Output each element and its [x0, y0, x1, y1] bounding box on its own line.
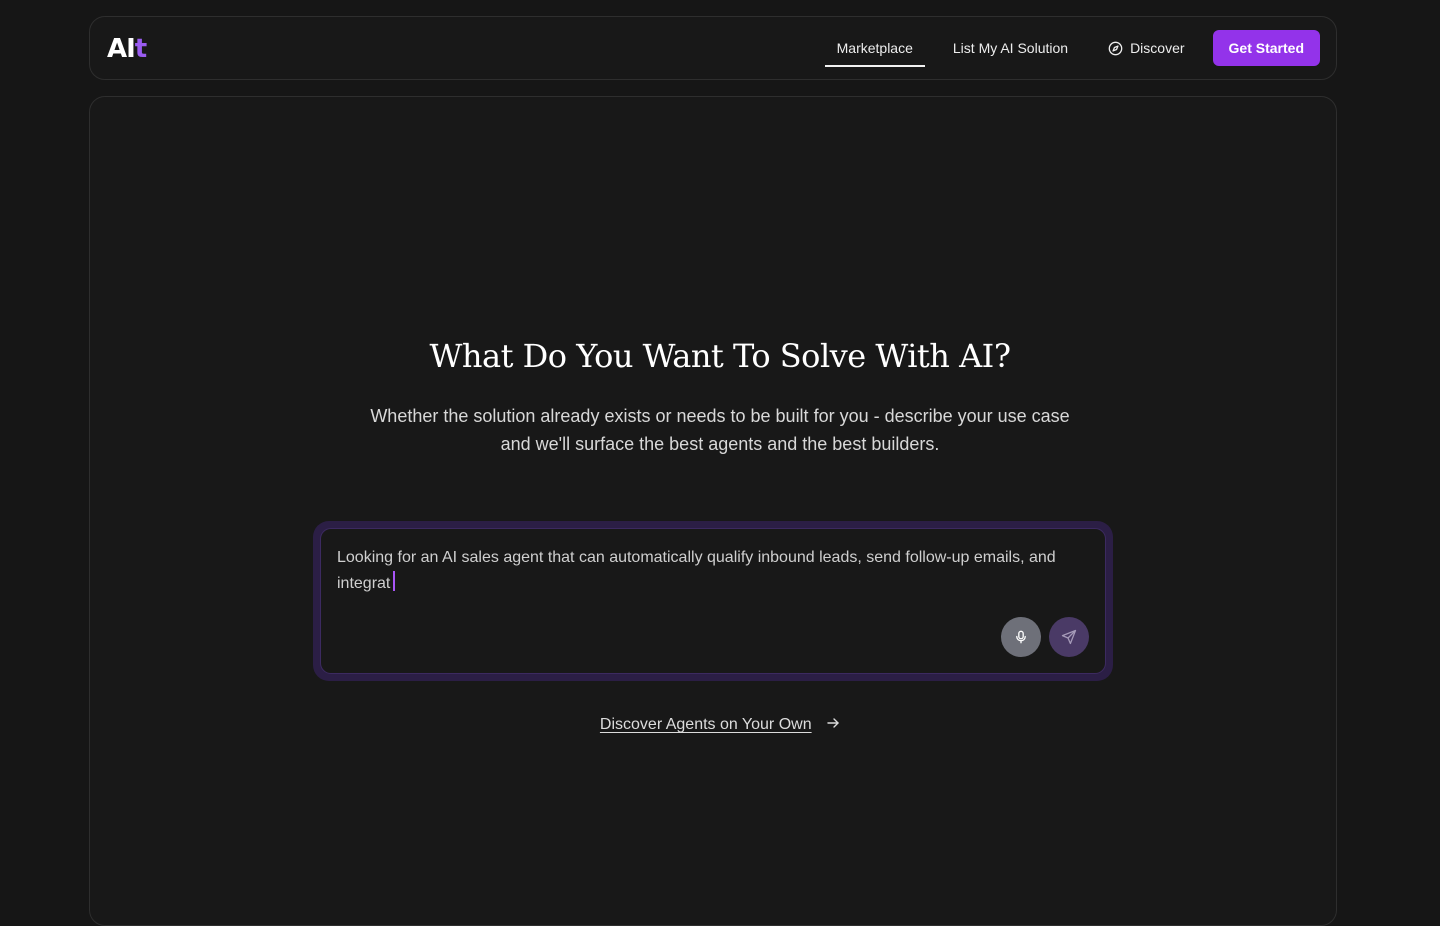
page-subtitle: Whether the solution already exists or n… — [370, 406, 1070, 454]
get-started-button[interactable]: Get Started — [1212, 30, 1320, 66]
page-title: What Do You Want To Solve With AI? — [429, 337, 1011, 375]
nav-link-marketplace[interactable]: Marketplace — [824, 30, 926, 67]
compass-icon — [1108, 41, 1123, 55]
arrow-right-icon — [827, 718, 839, 728]
brand-logo[interactable]: AIt — [107, 34, 147, 64]
microphone-button[interactable] — [1001, 617, 1041, 657]
nav-links: Marketplace List My AI Solution Discover… — [809, 30, 1320, 67]
nav-link-list-solution-label: List My AI Solution — [952, 40, 1069, 56]
nav-link-list-solution[interactable]: List My AI Solution — [941, 30, 1080, 66]
prompt-input[interactable]: Looking for an AI sales agent that can a… — [337, 545, 1089, 597]
nav-link-discover[interactable]: Discover — [1096, 30, 1196, 66]
top-navigation: AIt Marketplace List My AI Solution Disc… — [89, 16, 1337, 80]
send-button[interactable] — [1049, 617, 1089, 657]
main-panel — [89, 96, 1337, 926]
discover-agents-link[interactable]: Discover Agents on Your Own — [0, 714, 1440, 736]
microphone-icon — [1016, 630, 1026, 644]
send-icon — [1061, 629, 1077, 645]
nav-link-discover-label: Discover — [1130, 40, 1185, 56]
prompt-input-value: Looking for an AI sales agent that can a… — [337, 549, 1056, 592]
logo-primary: AI — [107, 34, 136, 64]
prompt-input-area[interactable]: Looking for an AI sales agent that can a… — [320, 528, 1106, 674]
text-caret — [393, 571, 396, 591]
discover-agents-label: Discover Agents on Your Own — [599, 716, 812, 733]
prompt-box: Looking for an AI sales agent that can a… — [313, 521, 1113, 681]
logo-accent: t — [134, 34, 147, 64]
nav-link-marketplace-label: Marketplace — [836, 40, 913, 56]
